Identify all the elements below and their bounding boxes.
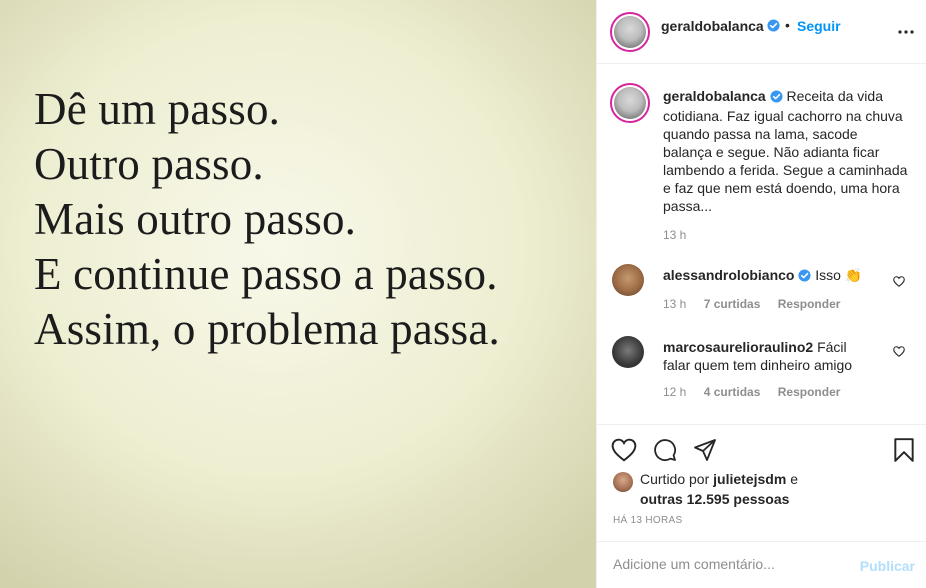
comment-body: alessandrolobianco Isso 👏 bbox=[663, 266, 888, 286]
comment-time[interactable]: 12 h bbox=[663, 385, 686, 399]
liker-avatar[interactable] bbox=[613, 472, 633, 492]
likes-prefix: Curtido por bbox=[640, 471, 710, 487]
comment-meta: 13 h 7 curtidas Responder bbox=[663, 297, 854, 311]
caption-avatar[interactable] bbox=[610, 83, 650, 123]
caption-body: geraldobalanca Receita da vida cotidiana… bbox=[663, 87, 908, 215]
reply-button[interactable]: Responder bbox=[778, 297, 841, 311]
verified-badge-icon bbox=[798, 268, 811, 286]
comment-like-icon[interactable] bbox=[893, 274, 905, 290]
comment-likes[interactable]: 4 curtidas bbox=[704, 385, 761, 399]
more-options-icon[interactable] bbox=[897, 22, 915, 38]
comment-likes[interactable]: 7 curtidas bbox=[704, 297, 761, 311]
caption-text: Receita da vida cotidiana. Faz igual cac… bbox=[663, 88, 908, 214]
post-side-panel: geraldobalanca • Seguir geraldobalanca R… bbox=[596, 0, 926, 588]
caption: geraldobalanca Receita da vida cotidiana… bbox=[597, 83, 926, 243]
comment-bar: Publicar bbox=[597, 541, 926, 588]
comment-meta: 12 h 4 curtidas Responder bbox=[663, 385, 854, 399]
caption-time[interactable]: 13 h bbox=[663, 228, 686, 242]
commenter-avatar[interactable] bbox=[612, 264, 644, 296]
liker-username[interactable]: julietejsdm bbox=[713, 471, 786, 487]
publish-button[interactable]: Publicar bbox=[860, 558, 915, 574]
like-icon[interactable] bbox=[611, 438, 637, 465]
comment-like-icon[interactable] bbox=[893, 344, 905, 360]
quote-line: Dê um passo. bbox=[34, 84, 281, 134]
comment-body: marcosaurelioraulino2 Fácil falar quem t… bbox=[663, 338, 873, 374]
post-timestamp[interactable]: HÁ 13 HORAS bbox=[613, 515, 682, 526]
likes-conj: e bbox=[790, 471, 798, 487]
comment-username[interactable]: marcosaurelioraulino2 bbox=[663, 339, 813, 355]
quote-line: E continue passo a passo. bbox=[34, 249, 498, 299]
quote-text: Dê um passo. Outro passo. Mais outro pas… bbox=[34, 82, 500, 357]
quote-line: Assim, o problema passa. bbox=[34, 304, 500, 354]
comment-input[interactable] bbox=[613, 556, 843, 572]
comment-username[interactable]: alessandrolobianco bbox=[663, 267, 794, 283]
likes-count[interactable]: outras 12.595 pessoas bbox=[640, 491, 789, 507]
author-avatar[interactable] bbox=[610, 12, 650, 52]
verified-badge-icon bbox=[770, 89, 783, 107]
caption-username[interactable]: geraldobalanca bbox=[663, 88, 766, 104]
reply-button[interactable]: Responder bbox=[778, 385, 841, 399]
caption-meta: 13 h bbox=[663, 228, 700, 242]
likes-summary: Curtido por julietejsdm e outras 12.595 … bbox=[640, 469, 798, 509]
quote-line: Mais outro passo. bbox=[34, 194, 357, 244]
post-header: geraldobalanca • Seguir bbox=[597, 0, 926, 64]
comment-time[interactable]: 13 h bbox=[663, 297, 686, 311]
header-separator: • bbox=[785, 17, 790, 33]
quote-line: Outro passo. bbox=[34, 139, 264, 189]
header-username[interactable]: geraldobalanca bbox=[661, 18, 764, 34]
comment-item: marcosaurelioraulino2 Fácil falar quem t… bbox=[597, 334, 926, 404]
save-icon[interactable] bbox=[893, 437, 915, 466]
commenter-avatar[interactable] bbox=[612, 336, 644, 368]
follow-button[interactable]: Seguir bbox=[797, 18, 841, 34]
comment-item: alessandrolobianco Isso 👏 13 h 7 curtida… bbox=[597, 262, 926, 318]
instagram-post: Dê um passo. Outro passo. Mais outro pas… bbox=[0, 0, 926, 588]
share-icon[interactable] bbox=[693, 438, 717, 465]
post-image[interactable]: Dê um passo. Outro passo. Mais outro pas… bbox=[0, 0, 596, 588]
post-actions: Curtido por julietejsdm e outras 12.595 … bbox=[597, 424, 926, 588]
comment-icon[interactable] bbox=[653, 438, 677, 465]
comment-text: Isso 👏 bbox=[815, 267, 863, 283]
verified-badge-icon bbox=[767, 19, 780, 35]
